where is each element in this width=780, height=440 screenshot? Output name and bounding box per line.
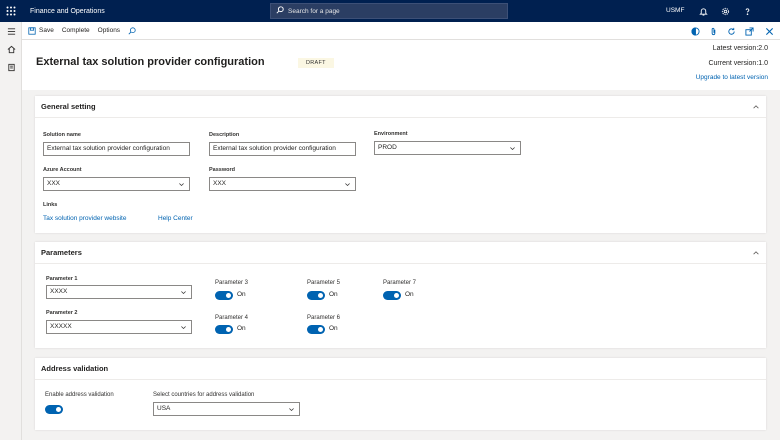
environment-label: Environment [374,131,408,137]
company-picker[interactable]: USMF [666,0,684,22]
parameters-section: Parameters Parameter 1 XXXX Parameter 2 … [35,242,766,348]
countries-value: USA [157,405,171,412]
enable-address-validation-label: Enable address validation [45,392,114,398]
provider-website-link[interactable]: Tax solution provider website [43,215,126,222]
chevron-down-icon [181,326,186,330]
status-badge: DRAFT [298,58,334,68]
parameter-4-toggle[interactable] [215,325,233,334]
chevron-up-icon [753,251,759,255]
description-field[interactable]: External tax solution provider configura… [209,142,356,156]
parameter-7-toggle[interactable] [383,291,401,300]
chevron-down-icon [289,408,294,412]
parameter-6-toggle[interactable] [307,325,325,334]
general-setting-header[interactable]: General setting [35,96,766,118]
environment-value: PROD [378,144,397,151]
general-setting-section: General setting Solution name External t… [35,96,766,233]
section-title: Address validation [41,364,109,373]
address-validation-header[interactable]: Address validation [35,358,766,380]
section-title: Parameters [41,248,82,257]
app-title[interactable]: Finance and Operations [30,8,105,15]
parameter-3-label: Parameter 3 [215,280,249,286]
password-value: XXX [213,180,227,187]
parameter-7-label: Parameter 7 [383,280,417,286]
parameter-2-value: XXXXX [50,323,72,330]
chevron-down-icon [345,183,350,187]
section-title: General setting [41,102,96,111]
hamburger-icon[interactable] [0,22,22,40]
parameter-2-select[interactable]: XXXXX [46,320,192,334]
latest-version: Latest version:2.0 [712,45,768,52]
password-label: Password [209,167,235,173]
chevron-up-icon [753,105,759,109]
current-version: Current version:1.0 [708,60,768,67]
parameter-2-label: Parameter 2 [46,310,78,316]
help-icon[interactable] [736,0,758,22]
chevron-down-icon [510,147,515,151]
top-bar: Finance and Operations Search for a page… [0,0,780,22]
countries-label: Select countries for address validation [153,392,255,398]
modules-icon[interactable] [0,58,22,76]
parameter-1-value: XXXX [50,288,68,295]
close-icon[interactable] [760,22,778,40]
search-placeholder: Search for a page [288,7,340,15]
address-validation-section: Address validation Enable address valida… [35,358,766,430]
action-pane: Save Complete Options [22,22,780,40]
home-icon[interactable] [0,40,22,58]
enable-address-validation-toggle[interactable] [45,405,63,414]
save-label: Save [39,27,54,34]
save-button[interactable]: Save [24,22,58,40]
parameter-3-toggle[interactable] [215,291,233,300]
options-button[interactable]: Options [94,22,124,40]
help-center-link[interactable]: Help Center [158,215,193,222]
open-new-window-icon[interactable] [740,22,758,40]
complete-button[interactable]: Complete [58,22,94,40]
parameters-header[interactable]: Parameters [35,242,766,264]
parameter-3-state: On [237,291,246,298]
complete-label: Complete [61,27,90,34]
chevron-down-icon [181,291,186,295]
azure-account-select[interactable]: XXX [43,177,190,191]
refresh-icon[interactable] [722,22,740,40]
bell-icon[interactable] [692,0,714,22]
links-label: Links [43,202,58,208]
left-navigation [0,22,22,440]
parameter-5-state: On [329,291,338,298]
parameter-5-label: Parameter 5 [307,280,341,286]
password-select[interactable]: XXX [209,177,356,191]
parameter-5-toggle[interactable] [307,291,325,300]
parameter-6-label: Parameter 6 [307,315,341,321]
environment-select[interactable]: PROD [374,141,521,155]
search-box[interactable]: Search for a page [270,3,508,19]
parameter-1-select[interactable]: XXXX [46,285,192,299]
action-search-button[interactable] [124,22,143,40]
solution-name-label: Solution name [43,132,81,138]
parameter-1-label: Parameter 1 [46,276,78,282]
parameter-7-state: On [405,291,414,298]
save-icon [28,26,36,35]
parameter-6-state: On [329,325,338,332]
gear-icon[interactable] [714,0,736,22]
parameter-4-label: Parameter 4 [215,315,249,321]
chevron-down-icon [179,183,184,187]
waffle-icon[interactable] [0,0,22,22]
search-icon [128,26,136,34]
upgrade-link[interactable]: Upgrade to latest version [696,74,768,81]
options-label: Options [97,27,121,34]
solution-name-field[interactable]: External tax solution provider configura… [43,142,190,156]
azure-account-label: Azure Account [43,167,82,173]
search-icon [276,6,284,16]
office-icon[interactable] [686,22,704,40]
page-title: External tax solution provider configura… [36,56,265,68]
countries-select[interactable]: USA [153,402,300,416]
azure-account-value: XXX [47,180,61,187]
attach-icon[interactable] [704,22,722,40]
page-header: External tax solution provider configura… [22,40,780,90]
parameter-4-state: On [237,325,246,332]
description-label: Description [209,132,240,138]
